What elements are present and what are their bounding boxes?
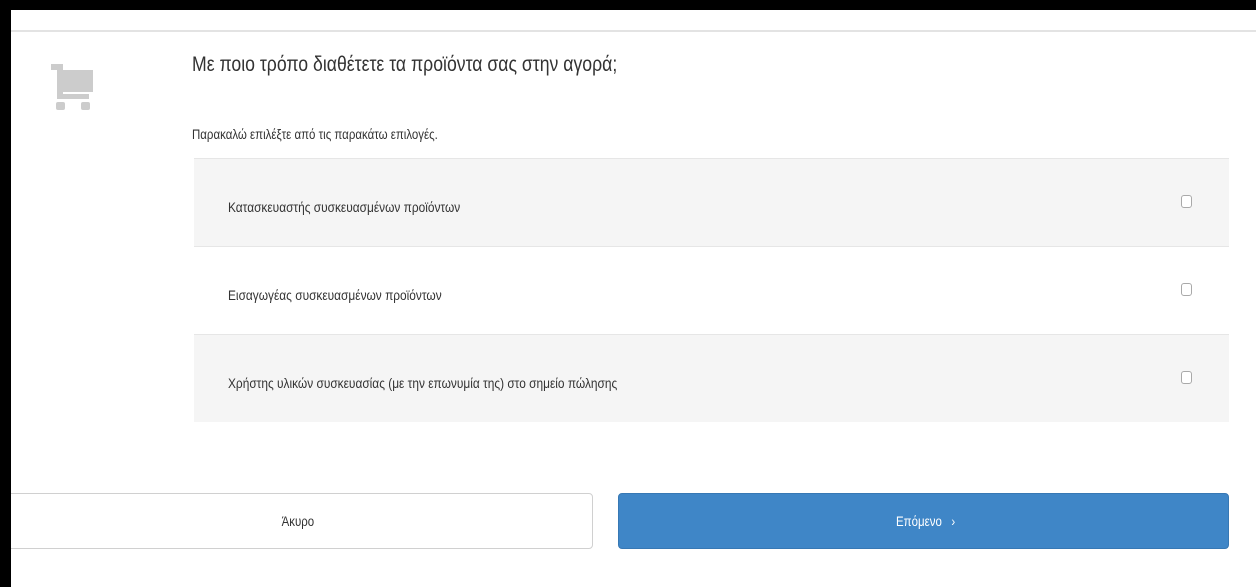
- option-label: Κατασκευαστής συσκευασμένων προϊόντων: [228, 199, 461, 215]
- option-checkbox[interactable]: [1181, 195, 1192, 208]
- option-manufacturer[interactable]: Κατασκευαστής συσκευασμένων προϊόντων: [194, 158, 1229, 246]
- chevron-right-icon: ›: [951, 513, 956, 529]
- top-divider: [11, 30, 1256, 32]
- option-checkbox[interactable]: [1181, 283, 1192, 296]
- page-title: Με ποιο τρόπο διαθέτετε τα προϊόντα σας …: [192, 53, 618, 76]
- option-label: Χρήστης υλικών συσκευασίας (με την επωνυ…: [228, 375, 618, 391]
- cancel-button-label: Άκυρο: [281, 513, 315, 529]
- options-list: Κατασκευαστής συσκευασμένων προϊόντων Ει…: [194, 158, 1229, 422]
- option-checkbox[interactable]: [1181, 371, 1192, 384]
- next-button[interactable]: Επόμενο ›: [618, 493, 1229, 549]
- wizard-panel: Με ποιο τρόπο διαθέτετε τα προϊόντα σας …: [11, 10, 1256, 587]
- option-packaging-user[interactable]: Χρήστης υλικών συσκευασίας (με την επωνυ…: [194, 334, 1229, 422]
- next-button-label: Επόμενο: [896, 513, 943, 529]
- option-importer[interactable]: Εισαγωγέας συσκευασμένων προϊόντων: [194, 246, 1229, 334]
- option-label: Εισαγωγέας συσκευασμένων προϊόντων: [228, 287, 442, 303]
- instruction-text: Παρακαλώ επιλέξτε από τις παρακάτω επιλο…: [192, 126, 438, 142]
- cancel-button[interactable]: Άκυρο: [11, 493, 593, 549]
- shopping-cart-icon: [51, 64, 93, 110]
